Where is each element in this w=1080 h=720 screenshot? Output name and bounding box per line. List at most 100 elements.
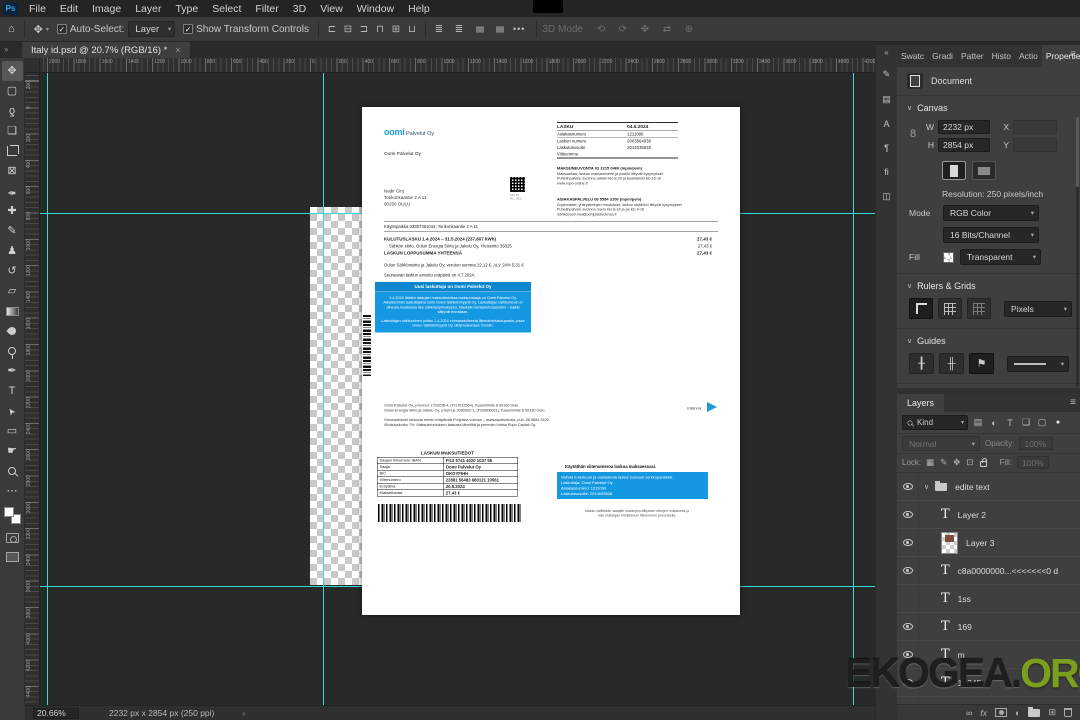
scale-3d-icon[interactable]: ⊕ — [681, 24, 697, 35]
menu-item[interactable]: View — [313, 0, 350, 17]
gradient-tool[interactable] — [2, 301, 23, 321]
auto-select-target-dropdown[interactable]: Layer▾ — [128, 21, 175, 37]
horizontal-ruler[interactable]: 2000180016001400120010008006004002000200… — [40, 58, 875, 73]
menu-item[interactable]: Type — [168, 0, 205, 17]
panel-tab[interactable]: Actio — [1015, 45, 1042, 67]
opacity-field[interactable]: 100% — [1019, 437, 1053, 450]
canvas-section-header[interactable]: ∨ Canvas — [897, 96, 1080, 116]
delete-layer-icon[interactable] — [1064, 708, 1072, 717]
crop-tool[interactable] — [2, 141, 23, 161]
distribute-horizontal-centers-icon[interactable]: ≣ — [493, 21, 504, 37]
toggle-pixel-grid-button[interactable] — [967, 298, 991, 319]
close-icon[interactable]: × — [175, 45, 180, 55]
guides-clear-icon[interactable]: ⚑ — [969, 353, 994, 374]
document-tab[interactable]: Italy id.psd @ 20.7% (RGB/16) * × — [22, 42, 190, 58]
move-tool[interactable]: ✥ — [2, 61, 23, 81]
panel-menu-icon[interactable]: ≡ — [1070, 49, 1076, 60]
layers-tab[interactable]: Layers — [897, 394, 944, 412]
toggle-rulers-button[interactable] — [909, 298, 933, 319]
healing-brush-tool[interactable]: ✚ — [2, 201, 23, 221]
dodge-tool[interactable] — [2, 341, 23, 361]
path-selection-tool[interactable]: ➤ — [2, 401, 23, 421]
layer-row[interactable]: ∨ T 169 — [897, 613, 1080, 641]
menu-item[interactable]: Layer — [128, 0, 168, 17]
bit-depth-dropdown[interactable]: 16 Bits/Channel▾ — [943, 227, 1039, 243]
eyedropper-tool[interactable]: ✒ — [2, 181, 23, 201]
layer-visibility-toggle[interactable] — [897, 557, 919, 584]
menu-item[interactable]: Window — [350, 0, 401, 17]
menu-item[interactable]: 3D — [286, 0, 313, 17]
align-left-edges-icon[interactable]: ⊏ — [324, 24, 340, 35]
move-tool-options-icon[interactable]: ✥ — [34, 23, 43, 36]
menu-item[interactable]: Help — [401, 0, 437, 17]
libraries-panel-icon[interactable]: ◫ — [882, 191, 891, 202]
layer-row[interactable]: ∨ T Layer 3 — [897, 529, 1080, 557]
layer-row[interactable]: ∨ T 1ss — [897, 585, 1080, 613]
layer-visibility-toggle[interactable] — [897, 529, 919, 556]
canvas-y-field[interactable] — [1013, 138, 1057, 152]
filter-shape-layers-icon[interactable]: ❏ — [1019, 416, 1033, 430]
layer-row[interactable]: ∨ T edite text — [897, 473, 1080, 501]
more-options-icon[interactable]: ••• — [513, 24, 525, 34]
layer-visibility-toggle[interactable] — [897, 473, 919, 500]
panel-scrollbar[interactable] — [1076, 117, 1079, 387]
brush-settings-panel-icon[interactable]: ✎ — [883, 69, 891, 80]
marquee-tool[interactable]: ▢ — [2, 81, 23, 101]
fill-amount-field[interactable]: 100% — [1017, 456, 1049, 469]
history-brush-tool[interactable]: ↺ — [2, 261, 23, 281]
clone-stamp-tool[interactable]: ♟ — [2, 241, 23, 261]
menu-item[interactable]: File — [22, 0, 53, 17]
distribute-vertical-centers-icon[interactable]: ≣ — [451, 24, 467, 35]
canvas-height-field[interactable]: 2854 px — [938, 138, 990, 152]
filter-smart-objects-icon[interactable]: ▢ — [1035, 416, 1049, 430]
lock-all-icon[interactable] — [980, 458, 987, 467]
toggle-grid-button[interactable] — [938, 298, 962, 319]
align-right-edges-icon[interactable]: ⊐ — [356, 24, 372, 35]
guides-lock-icon[interactable]: ╫ — [939, 353, 964, 374]
canvas-width-field[interactable]: 2232 px — [938, 120, 990, 134]
glyphs-panel-icon[interactable]: fi — [884, 167, 889, 177]
portrait-orientation-button[interactable] — [942, 161, 966, 180]
zoom-tool[interactable] — [2, 461, 23, 481]
filter-pixel-layers-icon[interactable]: ▤ — [971, 416, 985, 430]
tab-overflow-icon[interactable]: » — [4, 45, 8, 54]
panel-tab[interactable]: Swatc — [897, 45, 928, 67]
brush-tool[interactable]: ✎ — [2, 221, 23, 241]
lock-position-icon[interactable]: ✥ — [953, 457, 960, 468]
lasso-tool[interactable]: ƍ — [2, 101, 23, 121]
link-dimensions-icon[interactable]: 8 — [910, 128, 916, 140]
panel-tab[interactable]: Histo — [988, 45, 1015, 67]
type-tool[interactable]: T — [2, 381, 23, 401]
object-selection-tool[interactable]: ❏ — [2, 121, 23, 141]
distribute-vertical-icon[interactable]: ≣ — [431, 24, 447, 35]
guide-vertical[interactable] — [853, 73, 854, 705]
layer-filter-kind-dropdown[interactable]: Kind ▾ — [902, 415, 968, 430]
align-top-edges-icon[interactable]: ⊓ — [372, 24, 388, 35]
panel-tab[interactable]: Patter — [957, 45, 988, 67]
fill-swatch[interactable] — [943, 252, 954, 263]
roll-3d-icon[interactable]: ⟳ — [615, 24, 631, 35]
quick-mask-button[interactable] — [6, 533, 19, 543]
frame-tool[interactable]: ⊠ — [2, 161, 23, 181]
orbit-3d-icon[interactable]: ⟲ — [593, 24, 609, 35]
canvas-page[interactable]: oomiPalvelut Oy Oomi Palvelut Oy Nadir C… — [362, 107, 740, 615]
layer-visibility-toggle[interactable] — [897, 501, 919, 528]
filter-toggle-icon[interactable]: ● — [1051, 416, 1065, 430]
zoom-level-field[interactable]: 20.66% — [33, 708, 79, 719]
layer-visibility-toggle[interactable] — [897, 585, 919, 612]
align-vertical-centers-icon[interactable]: ⊞ — [388, 24, 404, 35]
filter-adjustment-layers-icon[interactable]: ◐ — [987, 416, 1001, 430]
layer-row[interactable]: ∨ T Layer 2 — [897, 501, 1080, 529]
guides-toggle-icon[interactable]: ╂ — [909, 353, 934, 374]
vertical-ruler[interactable]: 2000200400600800100012001400160018002000… — [25, 73, 40, 705]
blend-mode-dropdown[interactable]: Normal▾ — [902, 436, 980, 451]
guide-vertical[interactable] — [323, 73, 324, 705]
screen-mode-button[interactable] — [6, 552, 19, 562]
new-group-icon[interactable] — [1028, 709, 1040, 717]
distribute-horizontal-icon[interactable]: ≣ — [473, 21, 484, 37]
slide-3d-icon[interactable]: ⇄ — [659, 24, 675, 35]
align-bottom-edges-icon[interactable]: ⊔ — [404, 24, 420, 35]
clone-source-panel-icon[interactable]: ▤ — [882, 94, 891, 105]
menu-item[interactable]: Image — [85, 0, 128, 17]
guides-section-header[interactable]: ∨ Guides — [897, 329, 1080, 349]
